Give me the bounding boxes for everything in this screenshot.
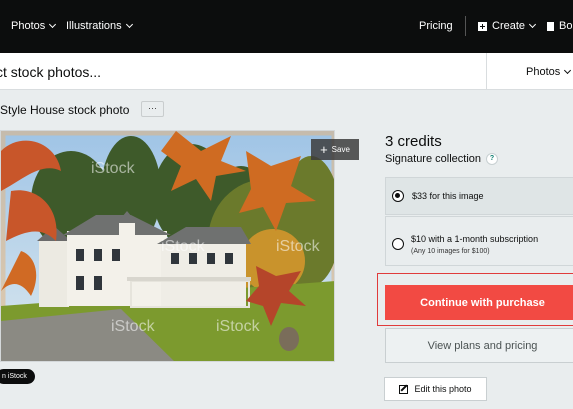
help-icon[interactable]: ? xyxy=(486,153,499,165)
search-input[interactable] xyxy=(0,53,476,90)
option-subscription-label: $10 with a 1-month subscription xyxy=(411,234,539,244)
more-options-button[interactable]: ··· xyxy=(141,101,164,117)
nav-create[interactable]: Create xyxy=(478,20,537,32)
radio-selected-icon[interactable] xyxy=(392,190,404,202)
bookmark-icon xyxy=(547,21,554,31)
nav-pricing[interactable]: Pricing xyxy=(419,20,453,32)
collection-text: Signature collection xyxy=(385,153,482,165)
collection-label: Signature collection ? xyxy=(385,153,499,165)
option-subscription-note: (Any 10 images for $100) xyxy=(411,248,490,255)
edit-icon xyxy=(399,384,409,394)
watermark-text: iStock xyxy=(91,160,136,177)
edit-photo-label: Edit this photo xyxy=(414,384,472,394)
search-type-select[interactable]: Photos xyxy=(526,66,572,78)
nav-boards-label: Bo xyxy=(559,20,573,32)
watermark-text: iStock xyxy=(111,318,156,335)
search-bar: Photos xyxy=(0,53,573,90)
chevron-down-icon xyxy=(564,66,572,75)
continue-purchase-button[interactable]: Continue with purchase xyxy=(385,285,573,320)
nav-pricing-label: Pricing xyxy=(419,20,453,32)
search-type-label: Photos xyxy=(526,66,561,78)
nav-photos-label: Photos xyxy=(11,20,46,32)
save-button[interactable]: + Save xyxy=(311,139,359,160)
nav-create-label: Create xyxy=(492,20,526,32)
edit-photo-button[interactable]: Edit this photo xyxy=(384,377,487,401)
main-photo[interactable]: iStock iStock iStock iStock iStock xyxy=(0,130,335,362)
nav-illustrations[interactable]: Illustrations xyxy=(66,20,133,32)
view-plans-button[interactable]: View plans and pricing xyxy=(385,328,573,363)
nav-boards[interactable]: Bo xyxy=(547,20,572,32)
nav-illustrations-label: Illustrations xyxy=(66,20,122,32)
nav-divider xyxy=(465,16,466,36)
istock-badge: n iStock xyxy=(0,369,35,384)
plus-icon xyxy=(478,21,487,31)
nav-photos[interactable]: Photos xyxy=(11,20,57,32)
watermark-text: iStock xyxy=(276,238,321,255)
house-photo-image: iStock iStock iStock iStock iStock xyxy=(1,131,334,361)
save-label: Save xyxy=(331,145,350,154)
chevron-down-icon xyxy=(528,20,537,29)
chevron-down-icon xyxy=(49,20,57,29)
search-divider xyxy=(486,53,487,90)
page-title: Style House stock photo xyxy=(0,103,130,117)
watermark-text: iStock xyxy=(161,238,206,255)
chevron-down-icon xyxy=(125,20,133,29)
credits-price: 3 credits xyxy=(385,133,442,150)
price-option-subscription[interactable]: $10 with a 1-month subscription (Any 10 … xyxy=(385,216,573,266)
option-single-label: $33 for this image xyxy=(412,191,484,201)
price-option-single[interactable]: $33 for this image xyxy=(385,177,573,215)
watermark-text: iStock xyxy=(216,318,261,335)
radio-icon[interactable] xyxy=(392,238,404,250)
plus-icon: + xyxy=(320,142,328,157)
top-nav-bar: Photos Illustrations Pricing Create Bo xyxy=(0,0,573,53)
